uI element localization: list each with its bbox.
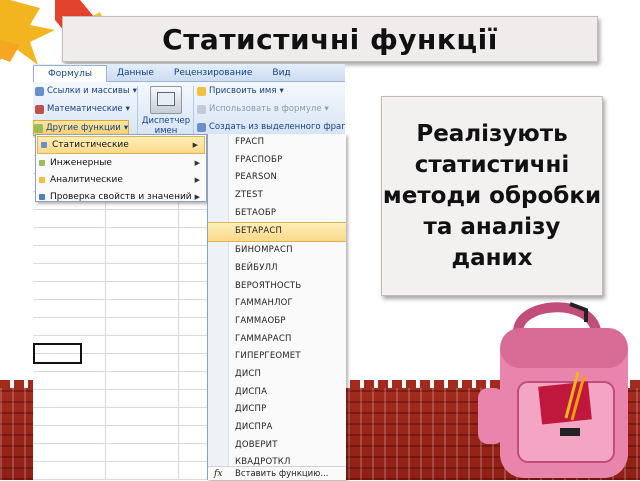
more-functions-icon [34, 123, 43, 133]
cube-icon [39, 177, 45, 183]
statistical-functions-list: FРАСП FРАСПОБР PEARSON ZTEST БЕТАОБР БЕТ… [207, 134, 346, 480]
lookup-reference-button[interactable]: Ссылки и массивы ▾ [35, 84, 137, 98]
create-from-selection-button[interactable]: Создать из выделенного фрагмента [197, 120, 345, 134]
define-name-label: Присвоить имя [209, 86, 277, 96]
use-in-formula-icon [197, 104, 206, 114]
function-item[interactable]: ДИСПР [208, 401, 346, 419]
function-item[interactable]: ДИСП [208, 366, 346, 384]
tab-review[interactable]: Рецензирование [164, 65, 262, 81]
lookup-icon [35, 86, 44, 96]
more-functions-label: Другие функции [46, 123, 121, 133]
use-in-formula-label: Использовать в формуле [209, 104, 322, 114]
dropdown-arrow-icon: ▾ [324, 104, 329, 114]
math-icon [35, 104, 44, 114]
dropdown-arrow-icon: ▾ [279, 86, 284, 96]
selected-cell[interactable] [33, 343, 82, 364]
function-item[interactable]: FРАСПОБР [208, 152, 346, 170]
name-manager-icon [150, 86, 182, 114]
dropdown-arrow-icon: ▾ [123, 123, 129, 133]
slide-title-box: Статистичні функції [62, 16, 598, 62]
create-from-selection-label: Создать из выделенного фрагмента [209, 122, 345, 132]
name-manager-button[interactable]: Диспетчер имен [141, 84, 191, 136]
function-item[interactable]: ГАММАОБР [208, 313, 346, 331]
function-item[interactable]: ГИПЕРГЕОМЕТ [208, 348, 346, 366]
menu-item-cube[interactable]: Аналитические ▶ [36, 172, 206, 188]
name-manager-label: Диспетчер имен [141, 116, 191, 136]
submenu-arrow-icon: ▶ [194, 176, 200, 184]
ribbon-separator [193, 86, 194, 134]
define-name-button[interactable]: Присвоить имя ▾ [197, 84, 284, 98]
information-icon [39, 194, 45, 200]
menu-item-label: Инженерные [50, 158, 112, 168]
function-item[interactable]: ДИСПРА [208, 419, 346, 437]
function-item[interactable]: БЕТАОБР [208, 205, 346, 223]
dropdown-arrow-icon: ▾ [125, 104, 130, 114]
tab-data[interactable]: Данные [107, 65, 164, 81]
submenu-arrow-icon: ▶ [194, 159, 200, 167]
ribbon-separator [137, 86, 138, 134]
function-item[interactable]: ДИСПА [208, 384, 346, 402]
function-item[interactable]: ГАММАРАСП [208, 331, 346, 349]
function-item[interactable]: FРАСП [208, 134, 346, 152]
submenu-arrow-icon: ▶ [194, 193, 200, 201]
function-item[interactable]: ZTEST [208, 187, 346, 205]
function-item-selected[interactable]: БЕТАРАСП [208, 222, 346, 243]
use-in-formula-button[interactable]: Использовать в формуле ▾ [197, 102, 329, 116]
fx-icon: fx [214, 469, 223, 479]
math-trig-label: Математические [47, 104, 123, 114]
function-item[interactable]: PEARSON [208, 169, 346, 187]
function-item[interactable]: ГАММАНЛОГ [208, 295, 346, 313]
ribbon-tabs: Формулы Данные Рецензирование Вид [33, 64, 345, 82]
tab-view[interactable]: Вид [262, 65, 300, 81]
menu-item-engineering[interactable]: Инженерные ▶ [36, 155, 206, 171]
slide-title: Статистичні функції [162, 22, 498, 56]
insert-function-item[interactable]: fx Вставить функцию... [208, 466, 346, 480]
create-from-selection-icon [197, 122, 206, 132]
function-item[interactable]: БИНОМРАСП [208, 242, 346, 260]
submenu-arrow-icon: ▶ [192, 141, 198, 149]
menu-item-label: Статистические [52, 140, 129, 150]
engineering-icon [39, 160, 45, 166]
function-items: FРАСП FРАСПОБР PEARSON ZTEST БЕТАОБР БЕТ… [208, 134, 346, 472]
math-trig-button[interactable]: Математические ▾ [35, 102, 130, 116]
lookup-reference-label: Ссылки и массивы [47, 86, 130, 96]
define-name-icon [197, 86, 206, 96]
description-text: Реалізують статистичні методи обробки та… [382, 120, 602, 271]
menu-item-label: Аналитические [50, 175, 123, 185]
ribbon: Ссылки и массивы ▾ Математические ▾ Другие… [33, 82, 345, 139]
more-functions-menu: Статистические ▶ Инженерные ▶ Аналитичес… [35, 134, 207, 202]
insert-function-label: Вставить функцию... [235, 469, 329, 479]
menu-item-statistical[interactable]: Статистические ▶ [37, 136, 205, 154]
function-item[interactable]: ВЕРОЯТНОСТЬ [208, 278, 346, 296]
description-box: Реалізують статистичні методи обробки та… [381, 96, 603, 296]
function-item[interactable]: ВЕЙБУЛЛ [208, 260, 346, 278]
menu-item-label: Проверка свойств и значений [50, 192, 192, 202]
function-item[interactable]: ДОВЕРИТ [208, 437, 346, 455]
menu-item-information[interactable]: Проверка свойств и значений ▶ [36, 189, 206, 205]
statistical-icon [41, 142, 47, 148]
backpack-illustration [478, 302, 628, 478]
tab-formulas[interactable]: Формулы [33, 65, 107, 82]
